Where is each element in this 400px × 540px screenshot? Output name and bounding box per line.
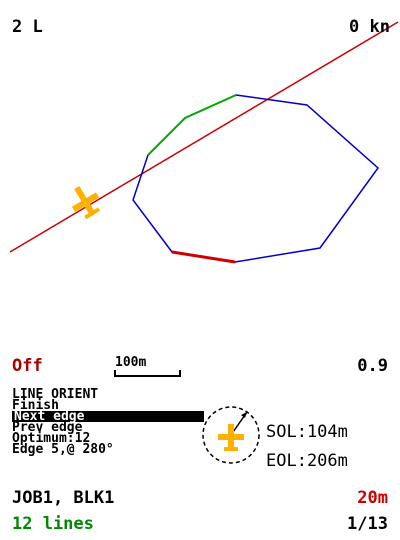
selected-edge [171,250,236,264]
guidance-line [9,21,399,253]
field-boundary [132,94,380,263]
plane-icon [218,424,244,451]
scale-tick-right [179,370,181,377]
compass-icon [202,406,260,464]
line-count-label: 2 L [12,17,43,37]
distance-readout: 20m [357,488,388,508]
map-view[interactable] [0,0,400,340]
page-indicator: 1/13 [347,514,388,534]
sol-readout: SOL:104m [266,422,348,442]
menu-item-edge[interactable]: Edge 5,@ 280° [12,443,114,456]
scale-tick-left [114,370,116,377]
job-label: JOB1, BLK1 [12,488,115,508]
speed-readout: 0 kn [349,17,390,37]
value-readout: 0.9 [357,356,388,376]
status-off[interactable]: Off [12,357,43,375]
lines-count: 12 lines [12,514,94,534]
scale-line [114,375,181,377]
eol-readout: EOL:206m [266,451,348,471]
scale-label: 100m [115,355,147,370]
